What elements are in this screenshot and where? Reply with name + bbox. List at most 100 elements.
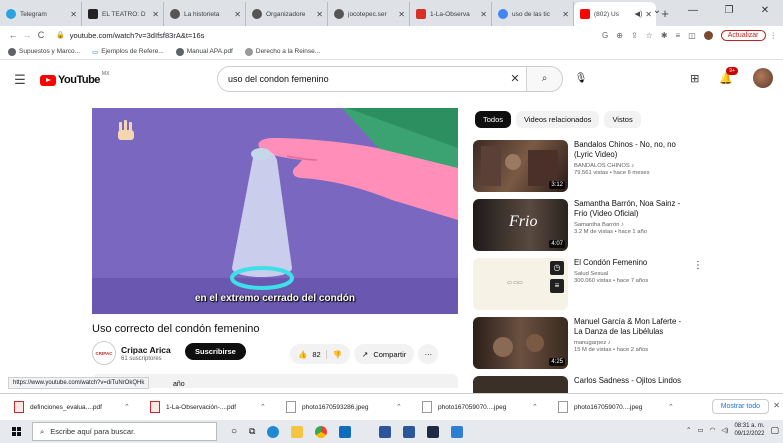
close-tab-icon[interactable]: ✕ bbox=[398, 10, 405, 19]
browser-tab[interactable]: EL TEATRO: D ✕ bbox=[82, 2, 164, 26]
battery-icon[interactable]: ▭ bbox=[697, 426, 703, 434]
watch-later-icon[interactable]: ◷ bbox=[550, 261, 564, 275]
more-menu-icon[interactable]: ⋮ bbox=[770, 31, 778, 40]
back-icon[interactable]: ← bbox=[6, 30, 20, 40]
youtube-logo[interactable]: YouTube MX bbox=[40, 71, 109, 86]
volume-icon[interactable]: ◁) bbox=[721, 426, 728, 434]
close-shelf-icon[interactable]: ✕ bbox=[773, 401, 780, 410]
bookmark-item[interactable]: Supuestos y Marco... bbox=[8, 47, 80, 56]
word-icon[interactable] bbox=[379, 425, 392, 438]
related-video[interactable]: 4:25 Manuel García & Mon Laferte - La Dan… bbox=[473, 317, 773, 372]
share-icon[interactable]: ⇪ bbox=[631, 31, 638, 40]
like-button[interactable]: 👍 82 👎 bbox=[290, 344, 351, 364]
file-explorer-icon[interactable] bbox=[291, 425, 304, 438]
download-item[interactable]: 1-La-Observación-....pdf ⌃ bbox=[150, 401, 286, 413]
add-to-queue-icon[interactable]: ≡ bbox=[550, 279, 564, 293]
browser-tab[interactable]: jocotepec.ser ✕ bbox=[328, 2, 410, 26]
bookmark-item[interactable]: Derecho a la Reinse... bbox=[244, 47, 320, 56]
edge-icon[interactable] bbox=[267, 425, 280, 438]
more-actions-button[interactable]: ⋯ bbox=[418, 344, 439, 364]
clear-search-icon[interactable]: ✕ bbox=[504, 67, 526, 91]
word-icon[interactable] bbox=[403, 425, 416, 438]
show-all-downloads-button[interactable]: Mostrar todo bbox=[711, 399, 769, 414]
close-tab-icon[interactable]: ✕ bbox=[480, 10, 487, 19]
subscribe-button[interactable]: Suscribirse bbox=[185, 343, 246, 360]
download-item[interactable]: photo167059070....jpeg ⌃ bbox=[422, 401, 558, 413]
channel-logo[interactable]: CRIPAC bbox=[92, 341, 116, 365]
more-options-icon[interactable]: ⋮ bbox=[693, 260, 703, 271]
share-button[interactable]: ↗ Compartir bbox=[354, 344, 415, 364]
forward-icon[interactable]: → bbox=[20, 30, 34, 40]
chevron-up-icon[interactable]: ⌃ bbox=[532, 403, 538, 411]
search-input[interactable] bbox=[218, 67, 504, 91]
related-video[interactable]: 3:12 Bandalos Chinos - No, no, no (Lyric … bbox=[473, 140, 773, 195]
hamburger-menu-icon[interactable]: ☰ bbox=[0, 72, 40, 88]
chevron-up-icon[interactable]: ⌃ bbox=[124, 403, 130, 411]
cortana-icon[interactable]: ○ bbox=[231, 426, 237, 437]
download-item[interactable]: definciones_evalua....pdf ⌃ bbox=[14, 401, 150, 413]
browser-tab[interactable]: Organizadore ✕ bbox=[246, 2, 328, 26]
close-window-icon[interactable]: ✕ bbox=[747, 0, 783, 26]
create-video-icon[interactable]: ⊞ bbox=[690, 72, 699, 85]
extensions-icon[interactable]: ✱ bbox=[661, 31, 668, 40]
maximize-icon[interactable]: ❐ bbox=[711, 0, 747, 26]
related-video[interactable]: Frio 4:07 Samantha Barrón, Noa Sainz - Fr… bbox=[473, 199, 773, 254]
sidepanel-icon[interactable]: ◫ bbox=[688, 31, 696, 40]
video-thumbnail[interactable]: 3:12 bbox=[473, 140, 568, 192]
browser-tab[interactable]: 1-La-Observa ✕ bbox=[410, 2, 492, 26]
filter-chip-all[interactable]: Todos bbox=[475, 111, 512, 128]
thumbs-down-icon[interactable]: 👎 bbox=[325, 349, 342, 359]
channel-name[interactable]: Cripac Arica bbox=[121, 345, 171, 355]
browser-tab[interactable]: Telegram ✕ bbox=[0, 2, 82, 26]
chevron-up-icon[interactable]: ⌃ bbox=[260, 403, 266, 411]
video-thumbnail[interactable]: Frio 4:07 bbox=[473, 199, 568, 251]
star-icon[interactable]: ☆ bbox=[646, 31, 653, 40]
bookmark-item[interactable]: Manual APA.pdf bbox=[175, 47, 233, 56]
avatar[interactable] bbox=[753, 68, 773, 88]
reload-icon[interactable]: C bbox=[34, 30, 48, 40]
filter-chip-watched[interactable]: Vistos bbox=[604, 111, 641, 128]
close-tab-icon[interactable]: ✕ bbox=[152, 10, 159, 19]
task-view-icon[interactable]: ⧉ bbox=[249, 426, 255, 437]
address-bar[interactable]: 🔒 youtube.com/watch?v=3dIfsf83rA&t=16s bbox=[56, 31, 602, 40]
photos-icon[interactable] bbox=[451, 425, 464, 438]
store-icon[interactable] bbox=[339, 425, 352, 438]
close-tab-icon[interactable]: ✕ bbox=[562, 10, 569, 19]
download-item[interactable]: photo167059070....jpeg ⌃ bbox=[558, 401, 694, 413]
video-title: Uso correcto del condón femenino bbox=[92, 323, 260, 335]
video-thumbnail[interactable] bbox=[473, 376, 568, 393]
chevron-up-icon[interactable]: ⌃ bbox=[396, 403, 402, 411]
update-button[interactable]: Actualizar bbox=[720, 29, 766, 41]
minimize-icon[interactable]: — bbox=[675, 0, 711, 26]
install-icon[interactable]: ⊕ bbox=[616, 31, 623, 40]
close-tab-icon[interactable]: ✕ bbox=[70, 10, 77, 19]
profile-icon[interactable] bbox=[703, 30, 713, 40]
notifications-icon[interactable]: 🔔 9+ bbox=[719, 66, 738, 85]
app-icon[interactable] bbox=[427, 425, 440, 438]
microphone-icon[interactable]: 🎙 bbox=[571, 69, 591, 89]
close-tab-icon[interactable]: ✕ bbox=[316, 10, 323, 19]
filter-chip-related[interactable]: Videos relacionados bbox=[516, 111, 600, 128]
search-button[interactable]: ⌕ bbox=[526, 67, 562, 91]
tab-search-icon[interactable]: ⌄ bbox=[639, 0, 675, 26]
close-tab-icon[interactable]: ✕ bbox=[234, 10, 241, 19]
download-item[interactable]: photo1670593286.jpeg ⌃ bbox=[286, 401, 422, 413]
video-player[interactable]: en el extremo cerrado del condón bbox=[92, 108, 458, 314]
chevron-up-icon[interactable]: ⌃ bbox=[668, 403, 674, 411]
video-thumbnail[interactable]: ▭ ▭▭ ◷ ≡ bbox=[473, 258, 568, 310]
related-video[interactable]: ▭ ▭▭ ◷ ≡ El Condón Femenino Salud Sexual… bbox=[473, 258, 773, 313]
video-thumbnail[interactable]: 4:25 bbox=[473, 317, 568, 369]
notifications-center-icon[interactable]: ▢ bbox=[770, 425, 779, 436]
browser-tab[interactable]: uso de las tic ✕ bbox=[492, 2, 574, 26]
clock[interactable]: 08:31 a. m. 09/12/2022 bbox=[734, 422, 764, 438]
chrome-icon[interactable] bbox=[315, 425, 328, 438]
start-button[interactable] bbox=[0, 427, 32, 436]
chevron-up-icon[interactable]: ⌃ bbox=[686, 426, 691, 434]
bookmark-item[interactable]: ▭ Ejemplos de Refere... bbox=[92, 48, 164, 56]
wifi-icon[interactable]: ◠ bbox=[710, 426, 716, 434]
taskbar-search[interactable]: ⌕ Escribe aquí para buscar. bbox=[32, 422, 217, 441]
google-lens-icon[interactable]: G bbox=[602, 31, 608, 40]
browser-tab[interactable]: La historieta ✕ bbox=[164, 2, 246, 26]
media-icon[interactable]: ≡ bbox=[676, 31, 681, 40]
related-video[interactable]: Carlos Sadness - Ojitos Lindos bbox=[473, 376, 773, 393]
